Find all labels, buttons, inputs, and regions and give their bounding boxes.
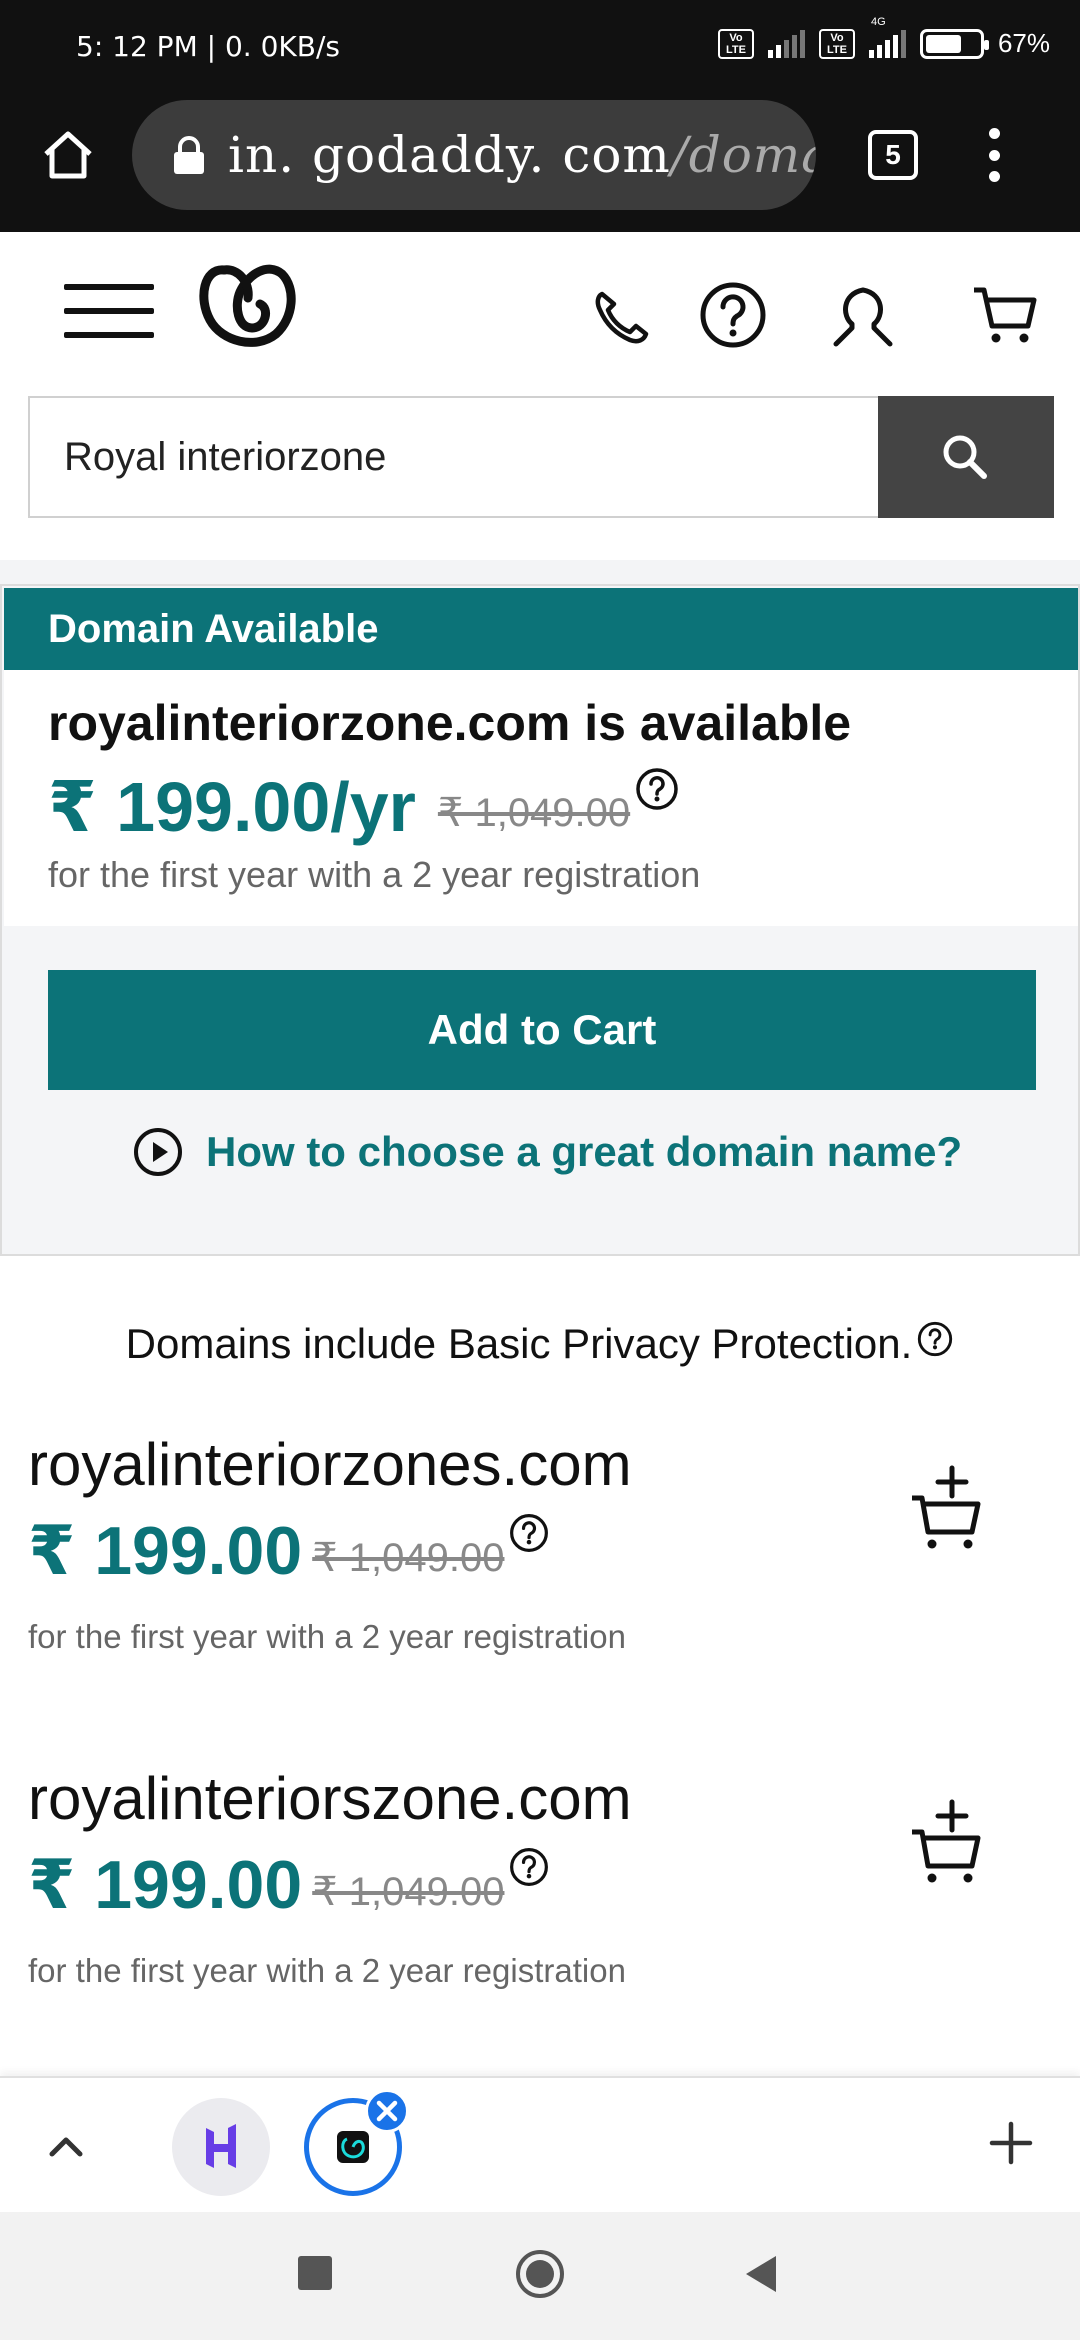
volte-badge-1: Vo LTE bbox=[717, 28, 754, 59]
suggestion-price-row: ₹ 199.00 ₹ 1,049.00 bbox=[28, 1846, 550, 1925]
system-nav-bar bbox=[0, 2212, 1080, 2340]
tab-group-bar bbox=[0, 2076, 1080, 2212]
suggestion-price-row: ₹ 199.00 ₹ 1,049.00 bbox=[28, 1512, 550, 1591]
play-circle-icon bbox=[134, 1128, 182, 1176]
new-tab-plus-icon[interactable] bbox=[986, 2118, 1036, 2168]
how-to-choose-label: How to choose a great domain name? bbox=[206, 1128, 963, 1175]
suggestion-note: for the first year with a 2 year registr… bbox=[28, 1952, 626, 1989]
tab-switcher-button[interactable]: 5 bbox=[868, 130, 918, 180]
domain-available-card: Domain Available royalinteriorzone.com i… bbox=[0, 584, 1080, 1256]
suggestion-domain-name: royalinteriorzones.com bbox=[28, 1431, 632, 1498]
suggestion-price: ₹ 199.00 bbox=[28, 1847, 303, 1923]
recents-button[interactable] bbox=[298, 2256, 332, 2290]
status-bar: 5: 12 PM | 0. 0KB/s Vo LTE Vo LTE 4G 67% bbox=[0, 0, 1080, 96]
original-price: ₹ 1,049.00 bbox=[437, 791, 631, 835]
url-text: in. godaddy. com/domain bbox=[228, 126, 816, 184]
how-to-choose-link[interactable]: How to choose a great domain name? bbox=[132, 1126, 962, 1178]
add-to-cart-icon[interactable] bbox=[908, 1460, 988, 1556]
godaddy-logo[interactable] bbox=[194, 258, 300, 358]
home-button[interactable] bbox=[514, 2248, 566, 2300]
suggestion-info-icon[interactable] bbox=[508, 1512, 550, 1554]
signal-icon-2 bbox=[868, 29, 906, 58]
help-icon[interactable] bbox=[698, 280, 768, 350]
hamburger-menu-icon[interactable] bbox=[64, 284, 154, 338]
suggestion-original-price: ₹ 1,049.00 bbox=[312, 1536, 505, 1580]
site-header bbox=[0, 232, 1080, 382]
browser-menu-icon[interactable] bbox=[984, 128, 1004, 182]
battery-percent: 67% bbox=[997, 28, 1050, 58]
cart-icon[interactable] bbox=[970, 280, 1040, 350]
suggestion-domain-name: royalinteriorszone.com bbox=[28, 1765, 632, 1832]
status-time: 5: 12 PM | 0. 0KB/s bbox=[76, 30, 340, 63]
suggestion-original-price: ₹ 1,049.00 bbox=[312, 1870, 505, 1914]
chevron-up-icon[interactable] bbox=[44, 2124, 88, 2168]
network-type: 4G bbox=[868, 16, 906, 58]
phone-icon[interactable] bbox=[586, 280, 656, 350]
tab-hostinger[interactable] bbox=[172, 2098, 270, 2196]
suggestion-note: for the first year with a 2 year registr… bbox=[28, 1618, 626, 1655]
close-tab-icon[interactable] bbox=[365, 2089, 409, 2133]
account-icon[interactable] bbox=[828, 280, 898, 350]
privacy-text: Domains include Basic Privacy Protection… bbox=[125, 1320, 913, 1367]
sale-price: ₹ 199.00/yr bbox=[48, 768, 416, 846]
price-info-icon[interactable] bbox=[634, 766, 680, 812]
suggestion-price: ₹ 199.00 bbox=[28, 1513, 303, 1589]
home-icon[interactable] bbox=[40, 126, 96, 182]
section-divider bbox=[0, 560, 1080, 584]
search-button[interactable] bbox=[878, 396, 1054, 518]
domain-suggestion: royalinteriorzones.com ₹ 199.00 ₹ 1,049.… bbox=[28, 1430, 1052, 1730]
hostinger-favicon bbox=[206, 2124, 236, 2168]
available-domain-title: royalinteriorzone.com is available bbox=[48, 695, 852, 751]
add-to-cart-button[interactable]: Add to Cart bbox=[48, 970, 1036, 1090]
suggestion-info-icon[interactable] bbox=[508, 1846, 550, 1888]
battery-icon bbox=[919, 28, 989, 59]
volte-badge-2: Vo LTE bbox=[818, 28, 855, 59]
domain-suggestion: royalinteriorszone.com ₹ 199.00 ₹ 1,049.… bbox=[28, 1764, 1052, 2064]
price-row: ₹ 199.00/yr ₹ 1,049.00 bbox=[48, 766, 680, 848]
availability-banner: Domain Available bbox=[4, 588, 1078, 670]
back-button[interactable] bbox=[742, 2252, 782, 2296]
domain-search-input[interactable]: Royal interiorzone bbox=[28, 396, 880, 518]
privacy-note: Domains include Basic Privacy Protection… bbox=[0, 1320, 1080, 1368]
search-icon bbox=[943, 435, 987, 479]
privacy-info-icon[interactable] bbox=[916, 1320, 954, 1358]
tab-godaddy[interactable] bbox=[304, 2089, 409, 2196]
lock-icon bbox=[174, 136, 204, 174]
signal-icon-1 bbox=[767, 29, 805, 58]
browser-toolbar: in. godaddy. com/domain 5 bbox=[0, 96, 1080, 232]
address-bar[interactable]: in. godaddy. com/domain bbox=[132, 100, 816, 210]
add-to-cart-icon[interactable] bbox=[908, 1794, 988, 1890]
registration-note: for the first year with a 2 year registr… bbox=[48, 854, 701, 895]
